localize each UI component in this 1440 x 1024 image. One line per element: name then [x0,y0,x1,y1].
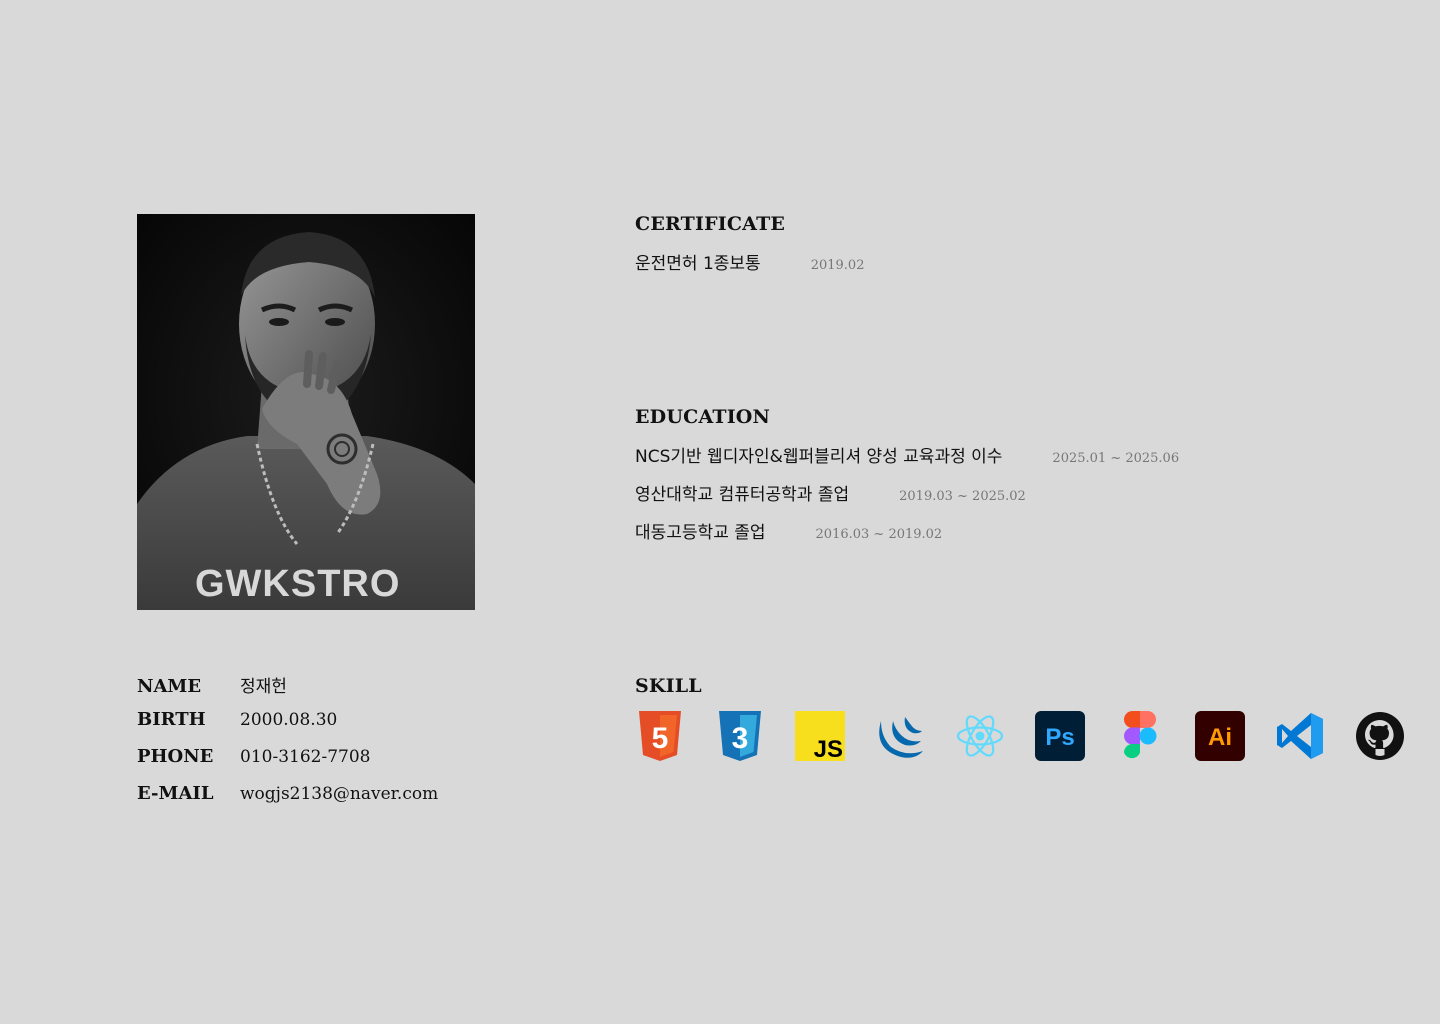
skill-section: SKILL 5 3 JS Ps Ai [635,675,1405,761]
education-entry: 영산대학교 컴퓨터공학과 졸업 2019.03 ~ 2025.02 [635,480,1179,518]
figma-icon [1115,711,1165,761]
education-name: NCS기반 웹디자인&웹퍼블리셔 양성 교육과정 이수 [635,447,1003,467]
certificate-section: CERTIFICATE 운전면허 1종보통 2019.02 [635,213,864,287]
profile-photo: GWKSTRO [137,214,475,610]
illustrator-icon: Ai [1195,711,1245,761]
name-value: 정재헌 [240,677,287,697]
certificate-date: 2019.02 [810,258,865,273]
javascript-icon: JS [795,711,845,761]
certificate-name: 운전면허 1종보통 [635,254,761,274]
svg-text:5: 5 [652,722,669,755]
skill-title: SKILL [635,675,702,697]
svg-text:Ai: Ai [1208,724,1232,751]
email-value: wogjs2138@naver.com [240,784,439,804]
profile-info: NAME 정재헌 BIRTH 2000.08.30 PHONE 010-3162… [137,672,438,820]
education-name: 대동고등학교 졸업 [635,523,766,543]
profile-row-name: NAME 정재헌 [137,672,438,709]
education-title: EDUCATION [635,406,771,428]
react-icon [955,711,1005,761]
education-name: 영산대학교 컴퓨터공학과 졸업 [635,485,850,505]
certificate-title: CERTIFICATE [635,213,786,235]
svg-text:Ps: Ps [1045,724,1074,751]
profile-row-phone: PHONE 010-3162-7708 [137,746,438,783]
svg-text:JS: JS [814,736,843,761]
shirt-print-text: GWKSTRO [195,563,400,605]
name-label: NAME [137,676,202,697]
profile-row-email: E-MAIL wogjs2138@naver.com [137,783,438,820]
skill-icon-list: 5 3 JS Ps Ai [635,711,1405,761]
education-date: 2019.03 ~ 2025.02 [899,489,1026,504]
phone-value: 010-3162-7708 [240,747,371,767]
profile-row-birth: BIRTH 2000.08.30 [137,709,438,746]
education-date: 2025.01 ~ 2025.06 [1052,451,1180,466]
education-entry: NCS기반 웹디자인&웹퍼블리셔 양성 교육과정 이수 2025.01 ~ 20… [635,442,1179,480]
birth-value: 2000.08.30 [240,710,338,730]
education-date: 2016.03 ~ 2019.02 [815,527,943,542]
svg-text:3: 3 [732,722,749,755]
css3-icon: 3 [715,711,765,761]
photoshop-icon: Ps [1035,711,1085,761]
certificate-entry: 운전면허 1종보통 2019.02 [635,249,864,287]
email-label: E-MAIL [137,783,214,804]
phone-label: PHONE [137,746,214,767]
education-entry: 대동고등학교 졸업 2016.03 ~ 2019.02 [635,518,1179,556]
jquery-icon [875,711,925,761]
github-icon [1355,711,1405,761]
html5-icon: 5 [635,711,685,761]
birth-label: BIRTH [137,709,206,730]
vscode-icon [1275,711,1325,761]
education-section: EDUCATION NCS기반 웹디자인&웹퍼블리셔 양성 교육과정 이수 20… [635,406,1179,556]
